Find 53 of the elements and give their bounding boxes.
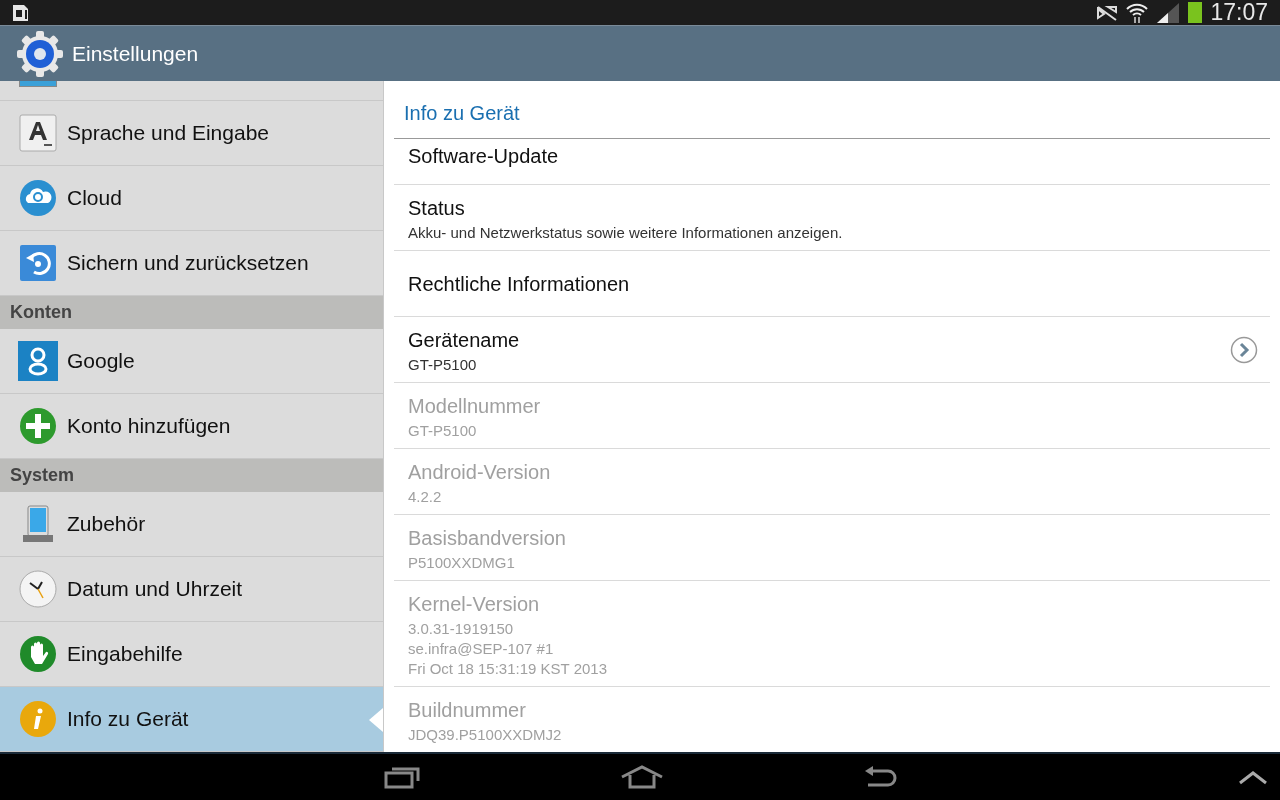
letter-key-icon	[19, 114, 57, 152]
settings-row[interactable]: Gerätename GT-P5100	[394, 317, 1270, 383]
row-title: Gerätename	[408, 327, 521, 353]
cloud-sync-icon	[19, 179, 57, 217]
settings-item[interactable]: Zubehör	[0, 492, 383, 557]
app-title: Einstellungen	[72, 40, 199, 67]
row-summary: Akku- und Netzwerkstatus sowie weitere Informationen anzeigen.	[408, 222, 844, 243]
row-summary: GT-P5100	[408, 354, 478, 375]
section-header: Konten	[0, 296, 383, 329]
wifi-icon	[1126, 2, 1149, 23]
info-icon	[19, 700, 57, 738]
row-title: Status	[408, 195, 466, 221]
settings-item[interactable]: Cloud	[0, 166, 383, 231]
battery-icon	[1188, 2, 1203, 23]
row-summary: se.infra@SEP-107 #1	[408, 638, 555, 659]
chevron-icon[interactable]	[1230, 335, 1258, 364]
tablet-icon	[23, 505, 53, 543]
row-summary: P5100XXDMG1	[408, 552, 516, 573]
row-title: Basisbandversion	[408, 525, 567, 551]
restore-icon	[19, 244, 57, 282]
settings-row[interactable]: Software-Update	[394, 139, 1270, 185]
back-icon[interactable]	[864, 765, 898, 789]
signal-icon	[1156, 2, 1181, 23]
chevron-up-icon[interactable]	[1238, 769, 1268, 785]
row-summary: 4.2.2	[408, 486, 443, 507]
settings-item[interactable]: Google	[0, 329, 383, 394]
section-title: Info zu Gerät	[403, 101, 520, 126]
recent-apps-icon[interactable]	[384, 765, 420, 789]
row-title: Kernel-Version	[408, 591, 541, 617]
gear-icon	[16, 29, 64, 78]
home-icon[interactable]	[620, 765, 664, 789]
mute-icon	[1096, 3, 1119, 22]
clock-time: 17:07	[1210, 1, 1268, 24]
settings-item[interactable]: Info zu Gerät	[0, 687, 383, 752]
plus-icon	[19, 407, 57, 445]
row-title: Rechtliche Informationen	[408, 271, 631, 297]
row-title: Buildnummer	[408, 697, 527, 723]
settings-item[interactable]: Sprache und Eingabe	[0, 101, 383, 166]
settings-row[interactable]: Rechtliche Informationen	[394, 251, 1270, 317]
row-summary: GT-P5100	[408, 420, 478, 441]
row-title: Modellnummer	[408, 393, 542, 419]
row-summary: 3.0.31-1919150	[408, 618, 515, 639]
hand-icon	[19, 635, 57, 673]
row-title: Android-Version	[408, 459, 552, 485]
row-summary: JDQ39.P5100XXDMJ2	[408, 724, 563, 745]
row-summary: Fri Oct 18 15:31:19 KST 2013	[408, 658, 608, 679]
settings-row[interactable]: Status Akku- und Netzwerkstatus sowie weitere Informationen anzeigen.	[394, 185, 1270, 251]
clock-icon	[19, 570, 57, 608]
settings-item[interactable]: Datum und Uhrzeit	[0, 557, 383, 622]
row-title: Software-Update	[408, 144, 560, 169]
google-icon	[18, 341, 58, 381]
sim-card-icon	[12, 3, 30, 22]
section-header: System	[0, 459, 383, 492]
